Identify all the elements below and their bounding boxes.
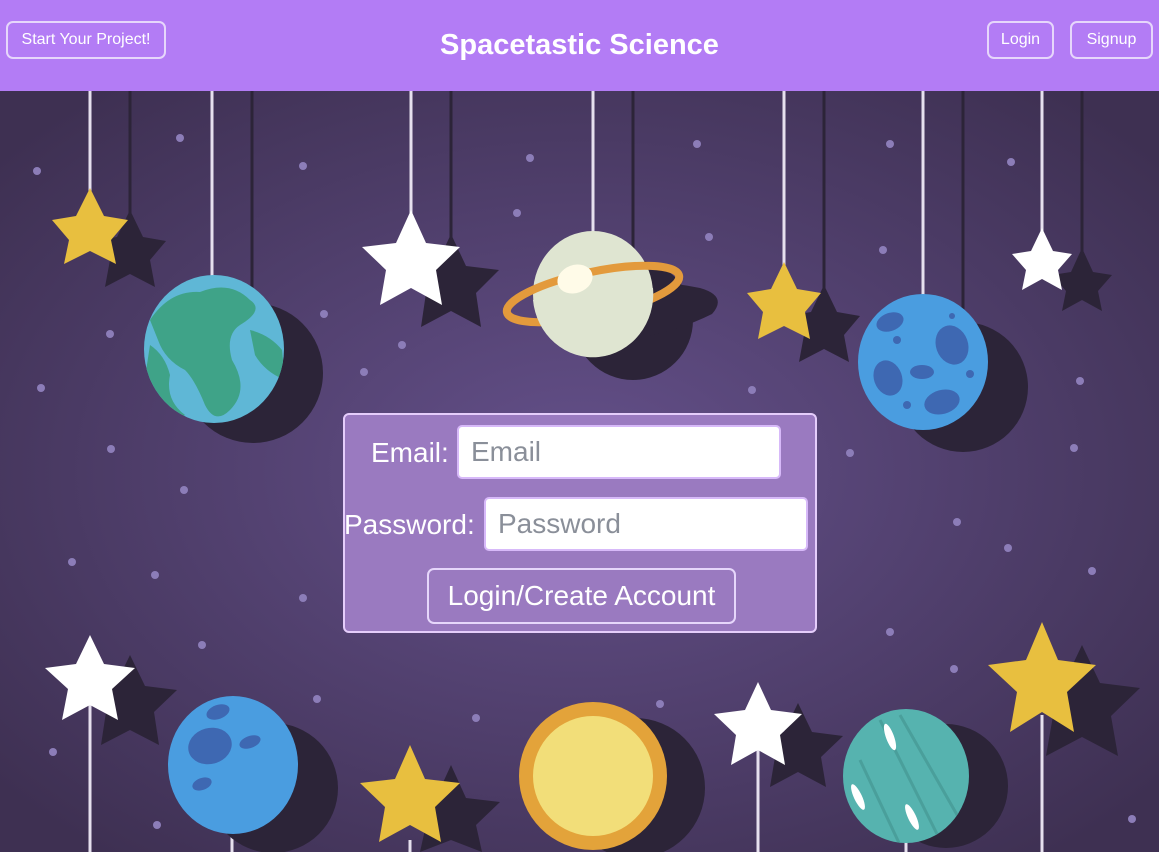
signup-button[interactable]: Signup [1070,21,1153,59]
login-form: Email: Password: Login/Create Account [343,413,817,633]
password-label: Password: [344,509,475,540]
login-create-account-button[interactable]: Login/Create Account [427,568,736,624]
password-input[interactable] [484,497,808,551]
navbar: Start Your Project! Spacetastic Science … [0,0,1159,91]
page-title: Spacetastic Science [440,29,719,61]
login-button[interactable]: Login [987,21,1054,59]
email-input[interactable] [457,425,781,479]
email-label: Email: [371,437,449,468]
